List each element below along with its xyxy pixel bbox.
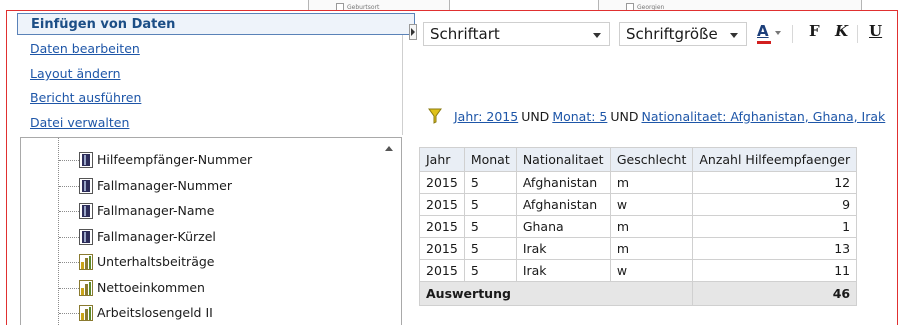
cell-nationality: Irak	[515, 237, 611, 260]
chevron-down-icon	[775, 31, 781, 35]
cell-gender: w	[609, 259, 694, 282]
cell-nationality: Afghanistan	[515, 193, 611, 216]
filter-and: UND	[521, 108, 550, 124]
column-header-count[interactable]: Anzahl Hilfeempfaenger	[692, 147, 858, 172]
nav-link-change-layout[interactable]: Layout ändern	[30, 66, 121, 81]
nav-link-manage-file[interactable]: Datei verwalten	[30, 115, 129, 130]
font-family-value: Schriftart	[430, 25, 500, 43]
cell-gender: m	[609, 215, 694, 238]
navigation-panel: Einfügen von Daten Daten bearbeiten Layo…	[14, 13, 415, 135]
tree-item-label: Fallmanager-Kürzel	[97, 229, 216, 244]
chevron-right-icon	[411, 28, 415, 36]
cell-month: 5	[463, 193, 517, 216]
total-label: Auswertung	[418, 281, 694, 306]
cell-nationality: Afghanistan	[515, 171, 611, 194]
font-size-dropdown[interactable]: Schriftgröße	[619, 22, 747, 46]
tree-item-label: Arbeitslosengeld II	[97, 305, 213, 320]
total-value: 46	[692, 281, 858, 306]
filter-bar: Jahr: 2015 UND Monat: 5 UND Nationalitae…	[428, 107, 885, 125]
column-header-month[interactable]: Monat	[463, 147, 517, 172]
bold-button[interactable]: F	[809, 22, 820, 40]
nav-link-run-report[interactable]: Bericht ausführen	[30, 90, 141, 105]
column-header-year[interactable]: Jahr	[419, 147, 465, 172]
cell-year: 2015	[419, 237, 465, 260]
scroll-up-arrow-icon[interactable]	[385, 146, 393, 151]
data-field-tree[interactable]: Hilfeempfänger-Nummer Fallmanager-Nummer…	[20, 137, 402, 325]
cell-month: 5	[463, 237, 517, 260]
table-row: 2015 5 Ghana m 1	[419, 215, 858, 238]
chevron-down-icon	[730, 33, 738, 38]
dimension-icon	[79, 203, 93, 219]
font-family-dropdown[interactable]: Schriftart	[423, 22, 610, 46]
font-color-icon: A	[757, 22, 769, 40]
cell-month: 5	[463, 171, 517, 194]
tree-item-label: Unterhaltsbeiträge	[97, 254, 215, 269]
measure-icon	[79, 280, 93, 296]
filter-year-link[interactable]: Jahr: 2015	[454, 109, 518, 124]
underline-button[interactable]: U	[869, 22, 882, 40]
nav-header-insert-data[interactable]: Einfügen von Daten	[17, 13, 415, 35]
cell-count: 1	[692, 215, 858, 238]
font-color-button[interactable]: A	[755, 22, 785, 46]
cell-gender: m	[609, 237, 694, 260]
table-row: 2015 5 Afghanistan w 9	[419, 193, 858, 216]
dimension-icon	[79, 152, 93, 168]
italic-button[interactable]: K	[835, 22, 848, 40]
report-table: Jahr Monat Nationalitaet Geschlecht Anza…	[418, 147, 858, 306]
column-header-nationality[interactable]: Nationalitaet	[515, 147, 611, 172]
cell-gender: w	[609, 193, 694, 216]
cell-count: 9	[692, 193, 858, 216]
table-header-row: Jahr Monat Nationalitaet Geschlecht Anza…	[419, 147, 858, 172]
font-size-value: Schriftgröße	[626, 25, 718, 43]
cell-count: 12	[692, 171, 858, 194]
cell-month: 5	[463, 215, 517, 238]
cell-gender: m	[609, 171, 694, 194]
toolbar-separator	[857, 25, 858, 43]
measure-icon	[79, 305, 93, 321]
nav-link-edit-data[interactable]: Daten bearbeiten	[30, 41, 140, 56]
filter-icon	[428, 108, 442, 124]
cell-year: 2015	[419, 171, 465, 194]
filter-and: UND	[610, 108, 639, 124]
toolbar-separator	[792, 25, 793, 43]
tree-connector	[58, 138, 59, 325]
filter-month-link[interactable]: Monat: 5	[552, 109, 607, 124]
filter-nationality-link[interactable]: Nationalitaet: Afghanistan, Ghana, Irak	[642, 109, 886, 124]
chevron-down-icon	[593, 33, 601, 38]
cell-year: 2015	[419, 259, 465, 282]
dimension-icon	[79, 178, 93, 194]
cell-nationality: Ghana	[515, 215, 611, 238]
table-row: 2015 5 Irak w 11	[419, 259, 858, 282]
font-color-swatch	[757, 41, 771, 44]
table-row: 2015 5 Afghanistan m 12	[419, 171, 858, 194]
cell-year: 2015	[419, 193, 465, 216]
tree-item-label: Fallmanager-Name	[97, 203, 215, 218]
table-row: 2015 5 Irak m 13	[419, 237, 858, 260]
tree-item-label: Nettoeinkommen	[97, 280, 205, 295]
tree-item-label: Hilfeempfänger-Nummer	[97, 152, 253, 167]
measure-icon	[79, 254, 93, 270]
table-total-row: Auswertung 46	[418, 281, 858, 306]
column-header-gender[interactable]: Geschlecht	[609, 147, 694, 172]
cell-count: 11	[692, 259, 858, 282]
dimension-icon	[79, 229, 93, 245]
cell-count: 13	[692, 237, 858, 260]
collapse-panel-button[interactable]	[409, 24, 417, 40]
tree-item-label: Fallmanager-Nummer	[97, 178, 232, 193]
cell-nationality: Irak	[515, 259, 611, 282]
cell-year: 2015	[419, 215, 465, 238]
cell-month: 5	[463, 259, 517, 282]
